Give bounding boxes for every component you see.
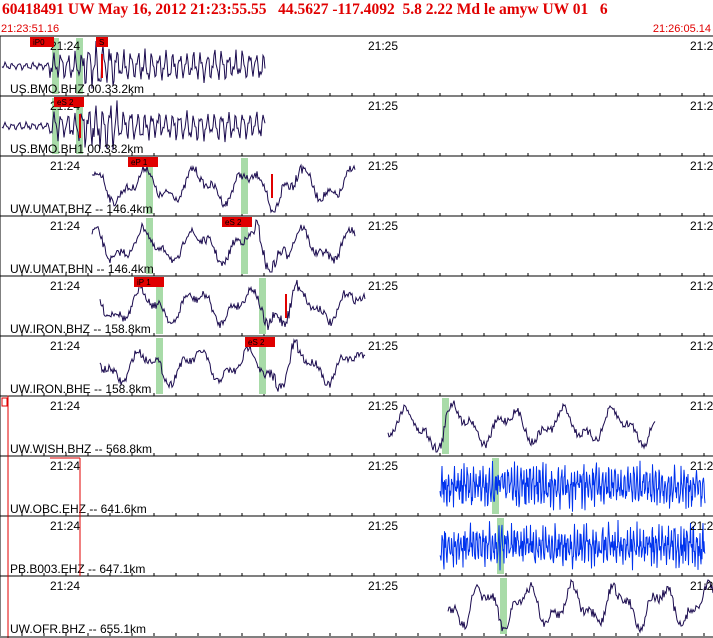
pick-label: iP 1 — [137, 278, 151, 287]
time-label: 21:2 — [690, 339, 713, 353]
time-label: 21:24 — [50, 519, 80, 533]
time-label: 21:2 — [690, 459, 713, 473]
time-label: 21:2 — [690, 399, 713, 413]
station-label: PB.B003.EHZ -- 647.1km — [10, 562, 145, 576]
station-label: UW.IRON.BHZ -- 158.8km — [10, 322, 151, 336]
time-label: 21:24 — [50, 219, 80, 233]
station-label: UW.UMAT.BHN -- 146.4km — [10, 262, 154, 276]
time-label: 21:24 — [50, 579, 80, 593]
waveform-trace — [447, 578, 713, 634]
station-label: US.BMO.BHZ 00.33.2km — [10, 82, 144, 96]
pick-band — [156, 338, 163, 394]
station-label: UW.OFR.BHZ -- 655.1km — [10, 622, 146, 636]
time-label: 21:25 — [368, 399, 398, 413]
seismogram-plot: 21:24 21:25 21:2 iP0 S US.BMO.BHZ 00.33.2km 21… — [0, 35, 713, 638]
time-label: 21:24 — [50, 159, 80, 173]
time-label: 21:25 — [368, 159, 398, 173]
time-label: 21:2 — [690, 519, 713, 533]
time-label: 21:24 — [50, 459, 80, 473]
time-label: 21:2 — [690, 39, 713, 53]
pick-label: S — [99, 38, 104, 47]
waveform-trace — [439, 460, 706, 512]
time-label: 21:24 — [50, 279, 80, 293]
time-label: 21:25 — [368, 339, 398, 353]
station-label: UW.WISH.BHZ -- 568.8km — [10, 442, 152, 456]
time-label: 21:25 — [368, 459, 398, 473]
station-label: US.BMO.BH1 00.33.2km — [10, 142, 143, 156]
trace-marker-box — [1, 397, 8, 407]
pick-label: iP0 — [33, 38, 45, 47]
time-label: 21:25 — [368, 39, 398, 53]
pick-label: eS 2 — [248, 338, 265, 347]
station-label: UW.IRON.BHE -- 158.8km — [10, 382, 151, 396]
time-label: 21:2 — [690, 159, 713, 173]
pick-label: eP 1 — [131, 158, 148, 167]
pick-label: eS 2 — [57, 98, 74, 107]
time-label: 21:25 — [368, 579, 398, 593]
time-label: 21:25 — [368, 279, 398, 293]
pick-band — [241, 158, 248, 214]
time-label: 21:25 — [368, 219, 398, 233]
station-label: UW.UMAT.BHZ -- 146.4km — [10, 202, 152, 216]
time-label: 21:2 — [690, 219, 713, 233]
time-label: 21:2 — [690, 99, 713, 113]
waveform-trace — [439, 519, 706, 571]
time-label: 21:2 — [690, 279, 713, 293]
time-label: 21:24 — [50, 39, 80, 53]
time-label: 21:25 — [368, 519, 398, 533]
time-label: 21:25 — [368, 99, 398, 113]
station-label: UW.OBC.EHZ -- 641.6km — [10, 502, 147, 516]
time-label: 21:24 — [50, 399, 80, 413]
time-label: 21:24 — [50, 339, 80, 353]
pick-label: eS 2 — [225, 218, 242, 227]
waveform-trace — [387, 400, 656, 453]
time-label: 21:2 — [690, 579, 713, 593]
